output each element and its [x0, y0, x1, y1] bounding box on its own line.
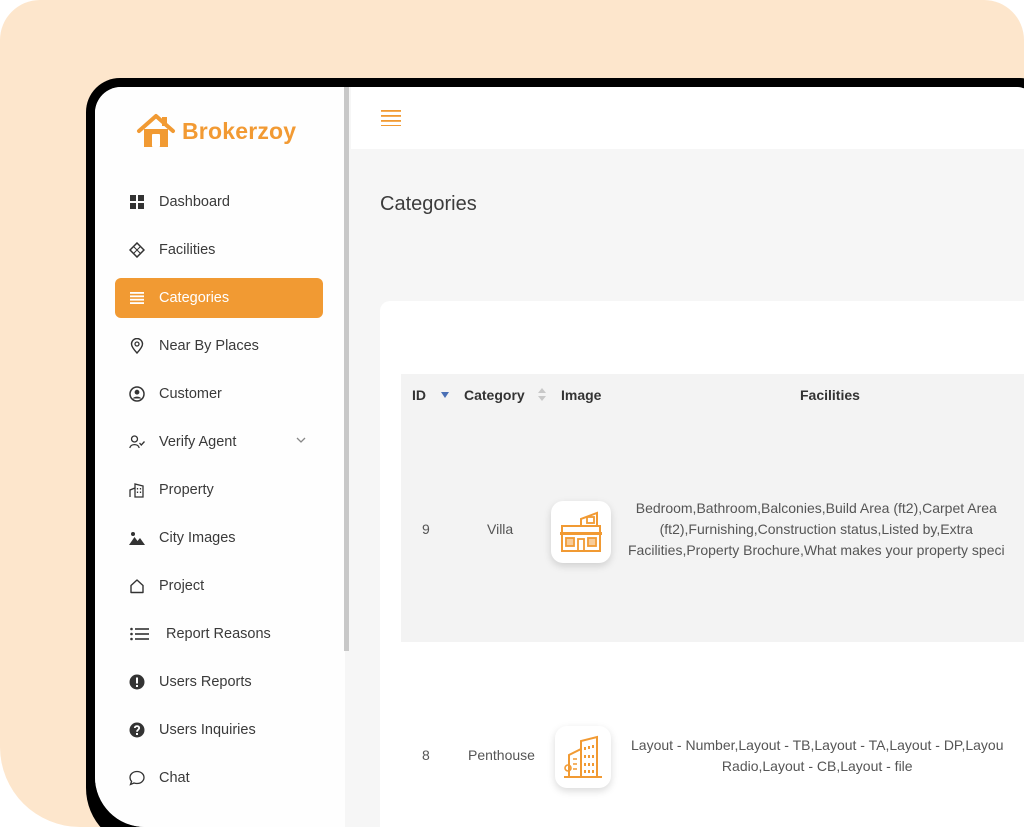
sidebar-item-label: Project — [159, 578, 205, 594]
brand-logo[interactable]: Brokerzoy — [135, 110, 296, 152]
sidebar-item-near-by-places[interactable]: Near By Places — [115, 326, 323, 366]
facilities-line: Facilities,Property Brochure,What makes … — [628, 542, 1005, 558]
row-id: 9 — [422, 521, 430, 537]
sidebar-item-label: Dashboard — [159, 194, 230, 210]
list-icon — [129, 290, 145, 306]
sidebar-item-facilities[interactable]: Facilities — [115, 230, 323, 270]
sidebar-item-label: Chat — [159, 770, 190, 786]
page-title: Categories — [380, 193, 477, 215]
image-icon — [129, 530, 145, 546]
sidebar-item-users-inquiries[interactable]: Users Inquiries — [115, 710, 323, 750]
sort-desc-icon[interactable] — [441, 392, 449, 398]
facilities-line: Radio,Layout - CB,Layout - file — [721, 758, 913, 774]
header-category[interactable]: Category — [464, 387, 525, 403]
sidebar-item-report-reasons[interactable]: Report Reasons — [115, 614, 323, 654]
building-icon — [129, 482, 145, 498]
sidebar-item-label: Facilities — [159, 242, 216, 258]
row-id: 8 — [422, 747, 430, 763]
table-header: ID Category Image Facilities — [401, 374, 1024, 416]
sidebar-item-categories[interactable]: Categories — [115, 278, 323, 318]
sidebar-item-property[interactable]: Property — [115, 470, 323, 510]
topbar — [351, 87, 1024, 149]
facilities-line: (ft2),Furnishing,Construction status,Lis… — [659, 521, 973, 537]
exclamation-circle-icon — [129, 674, 145, 690]
sidebar-item-dashboard[interactable]: Dashboard — [115, 182, 323, 222]
sidebar: Brokerzoy Dashboard Facilities Categorie… — [95, 87, 345, 827]
facilities-line: Bedroom,Bathroom,Balconies,Build Area (f… — [635, 500, 997, 516]
question-circle-icon — [129, 722, 145, 738]
hamburger-menu-icon[interactable] — [381, 108, 401, 126]
brand-name: Brokerzoy — [182, 117, 297, 144]
chevron-down-icon[interactable] — [295, 434, 307, 446]
header-id[interactable]: ID — [412, 387, 426, 403]
villa-icon — [551, 501, 611, 563]
sidebar-item-users-reports[interactable]: Users Reports — [115, 662, 323, 702]
sidebar-item-label: Customer — [159, 386, 222, 402]
sidebar-item-label: Verify Agent — [159, 434, 237, 450]
chat-bubble-icon — [129, 770, 145, 786]
sidebar-item-label: Users Inquiries — [159, 722, 256, 738]
sidebar-item-project[interactable]: Project — [115, 566, 323, 606]
header-facilities: Facilities — [800, 387, 860, 403]
bullet-list-icon — [129, 626, 151, 642]
sidebar-item-label: Users Reports — [159, 674, 252, 690]
sidebar-item-chat[interactable]: Chat — [115, 758, 323, 798]
sidebar-item-label: Near By Places — [159, 338, 259, 354]
row-category: Villa — [487, 521, 514, 537]
sidebar-item-city-images[interactable]: City Images — [115, 518, 323, 558]
grid-icon — [129, 194, 145, 210]
user-check-icon — [129, 434, 145, 450]
row-facilities: Bedroom,Bathroom,Balconies,Build Area (f… — [628, 498, 1005, 561]
user-circle-icon — [129, 386, 145, 402]
house-logo-icon — [137, 114, 175, 147]
row-facilities: Layout - Number,Layout - TB,Layout - TA,… — [631, 735, 1004, 777]
sort-icon[interactable] — [538, 388, 546, 401]
sidebar-item-label: Report Reasons — [166, 626, 271, 642]
row-category: Penthouse — [468, 747, 535, 763]
penthouse-icon — [555, 726, 611, 788]
sidebar-item-label: Categories — [159, 290, 230, 306]
sidebar-item-verify-agent[interactable]: Verify Agent — [115, 422, 323, 462]
diamond-icon — [129, 242, 145, 258]
sidebar-item-label: Property — [159, 482, 214, 498]
home-outline-icon — [129, 578, 145, 594]
sidebar-item-customer[interactable]: Customer — [115, 374, 323, 414]
app-screen: Brokerzoy Dashboard Facilities Categorie… — [95, 87, 1024, 827]
facilities-line: Layout - Number,Layout - TB,Layout - TA,… — [631, 737, 1004, 753]
sidebar-item-label: City Images — [159, 530, 236, 546]
location-pin-icon — [129, 338, 145, 354]
header-image: Image — [561, 387, 602, 403]
sidebar-scrollbar[interactable] — [344, 87, 349, 651]
